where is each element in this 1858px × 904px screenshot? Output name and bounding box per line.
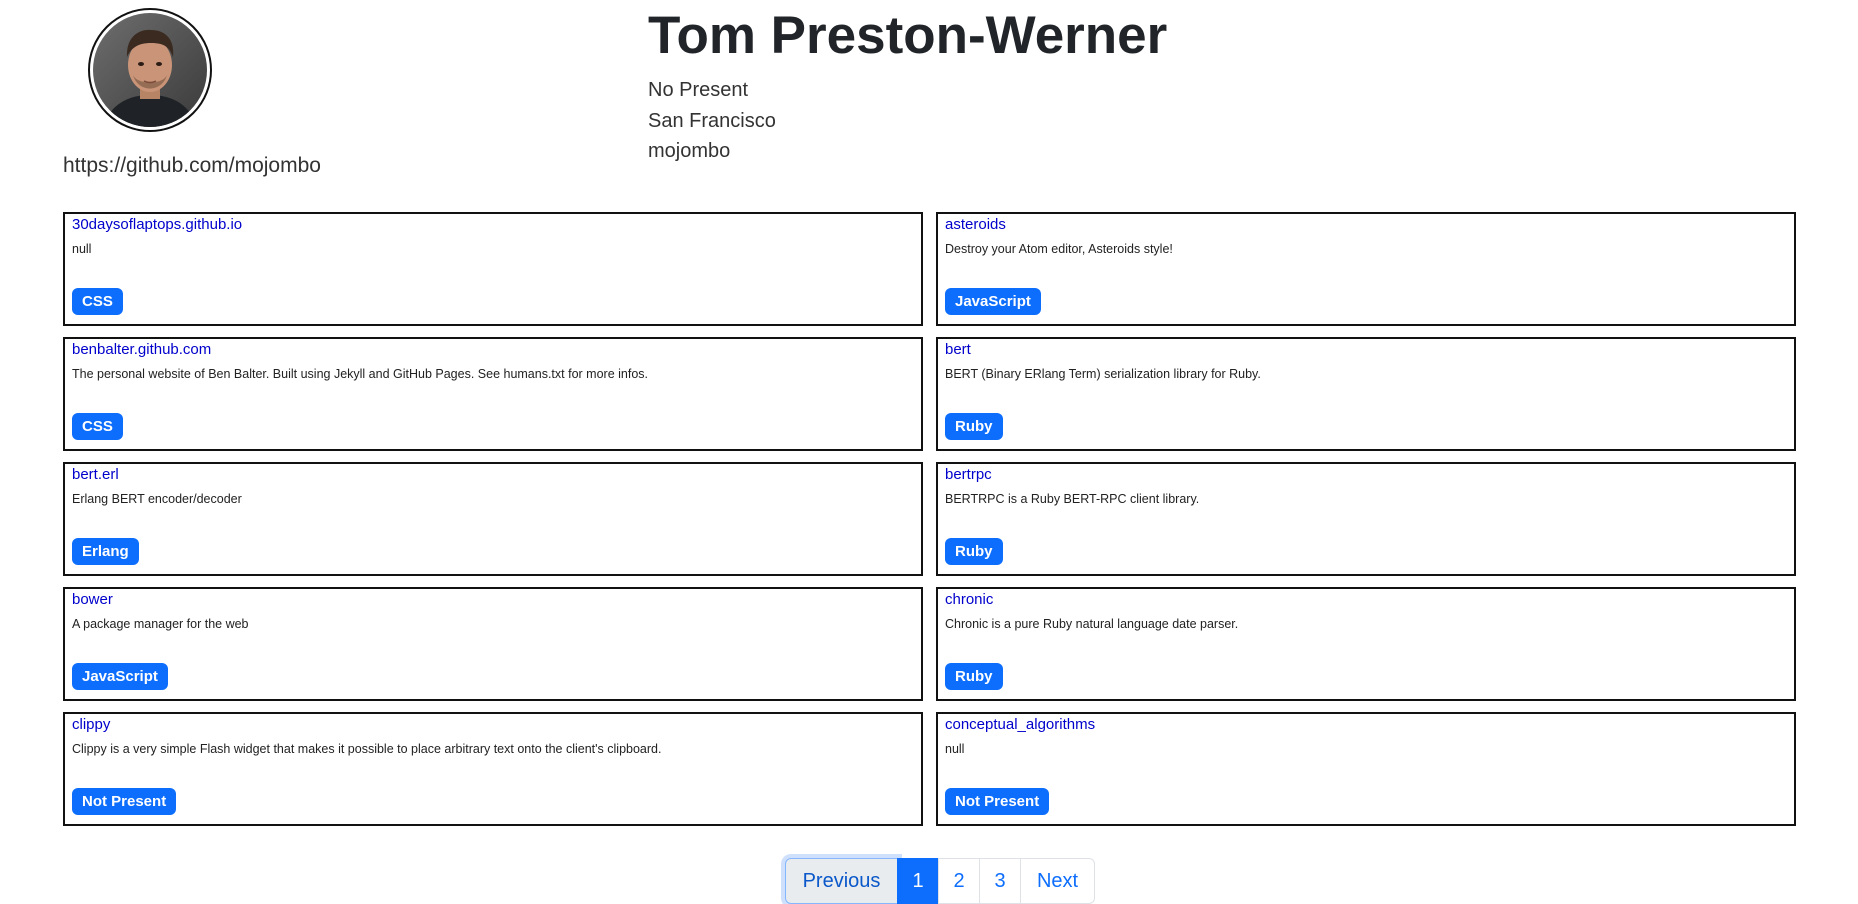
language-badge: Not Present (945, 788, 1050, 815)
language-badge: Ruby (945, 538, 1003, 565)
repo-name-link[interactable]: asteroids (945, 216, 1006, 233)
repo-card: conceptual_algorithms null Not Present (936, 712, 1796, 826)
language-badge: JavaScript (72, 663, 168, 690)
repo-name-link[interactable]: clippy (72, 716, 110, 733)
repo-name-link[interactable]: conceptual_algorithms (945, 716, 1095, 733)
profile-location: San Francisco (648, 110, 776, 132)
profile-name: Tom Preston-Werner (648, 6, 1168, 65)
avatar-image (93, 13, 207, 127)
language-badge: CSS (72, 288, 123, 315)
repo-name-link[interactable]: bower (72, 591, 113, 608)
repo-name-link[interactable]: benbalter.github.com (72, 341, 211, 358)
repo-description: The personal website of Ben Balter. Buil… (72, 367, 648, 381)
profile-username: mojombo (648, 140, 731, 162)
profile-company: No Present (648, 79, 749, 101)
repo-description: Clippy is a very simple Flash widget tha… (72, 742, 662, 756)
page-3-button[interactable]: 3 (979, 858, 1021, 904)
repo-card: bower A package manager for the web Java… (63, 587, 923, 701)
pagination: Previous 1 2 3 Next (785, 858, 1095, 904)
language-badge: CSS (72, 413, 123, 440)
repo-description: Chronic is a pure Ruby natural language … (945, 617, 1239, 631)
repo-description: Destroy your Atom editor, Asteroids styl… (945, 242, 1173, 256)
repo-name-link[interactable]: bertrpc (945, 466, 992, 483)
profile-url[interactable]: https://github.com/mojombo (63, 154, 321, 178)
repo-grid: 30daysoflaptops.github.io null CSS aster… (63, 212, 1796, 826)
previous-page-button[interactable]: Previous (785, 858, 898, 904)
repo-description: null (72, 242, 92, 256)
repo-description: BERTRPC is a Ruby BERT-RPC client librar… (945, 492, 1200, 506)
repo-name-link[interactable]: 30daysoflaptops.github.io (72, 216, 242, 233)
language-badge: Erlang (72, 538, 139, 565)
repo-card: bertrpc BERTRPC is a Ruby BERT-RPC clien… (936, 462, 1796, 576)
repo-card: benbalter.github.com The personal websit… (63, 337, 923, 451)
next-page-button[interactable]: Next (1020, 858, 1095, 904)
language-badge: Ruby (945, 663, 1003, 690)
repo-card: bert.erl Erlang BERT encoder/decoder Erl… (63, 462, 923, 576)
repo-description: A package manager for the web (72, 617, 249, 631)
language-badge: JavaScript (945, 288, 1041, 315)
avatar (88, 8, 212, 132)
language-badge: Not Present (72, 788, 177, 815)
repo-description: BERT (Binary ERlang Term) serialization … (945, 367, 1261, 381)
repo-card: clippy Clippy is a very simple Flash wid… (63, 712, 923, 826)
repo-card: 30daysoflaptops.github.io null CSS (63, 212, 923, 326)
repo-card: asteroids Destroy your Atom editor, Aste… (936, 212, 1796, 326)
page-2-button[interactable]: 2 (938, 858, 980, 904)
repo-name-link[interactable]: bert.erl (72, 466, 119, 483)
language-badge: Ruby (945, 413, 1003, 440)
repo-description: null (945, 742, 965, 756)
repo-name-link[interactable]: chronic (945, 591, 993, 608)
repo-card: bert BERT (Binary ERlang Term) serializa… (936, 337, 1796, 451)
repo-name-link[interactable]: bert (945, 341, 971, 358)
page-1-button[interactable]: 1 (897, 858, 939, 904)
repo-description: Erlang BERT encoder/decoder (72, 492, 242, 506)
repo-card: chronic Chronic is a pure Ruby natural l… (936, 587, 1796, 701)
